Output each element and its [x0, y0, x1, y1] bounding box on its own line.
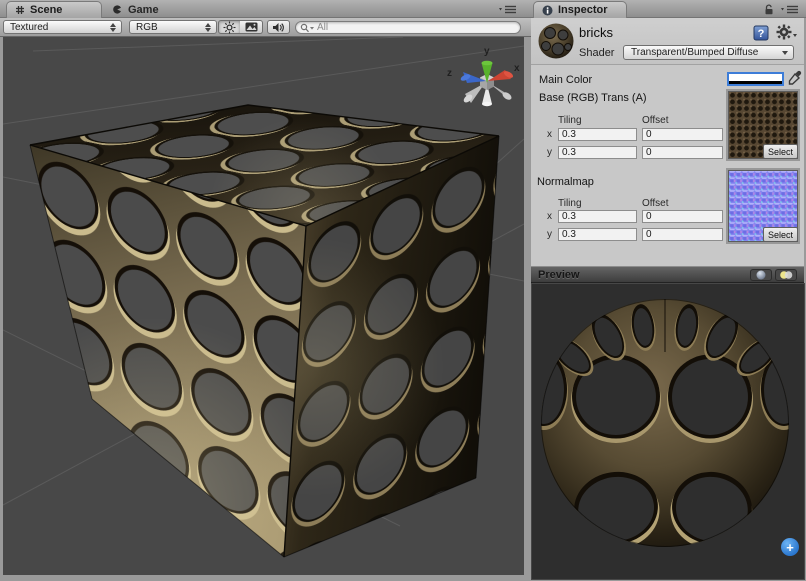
normalmap-y-row-label: y — [547, 229, 552, 240]
material-name: bricks — [579, 25, 613, 40]
base-tiling-x-input[interactable] — [558, 128, 637, 141]
normalmap-offset-x-input[interactable] — [642, 210, 723, 223]
base-tiling-header: Tiling — [558, 115, 582, 126]
channel-dropdown[interactable]: RGB — [129, 20, 217, 34]
normalmap-tiling-y-input[interactable] — [558, 228, 637, 241]
base-offset-x-input[interactable] — [642, 128, 723, 141]
scene-tabbar: Scene Game — [0, 0, 531, 18]
base-tiling-y-input[interactable] — [558, 146, 637, 159]
normalmap-offset-header: Offset — [642, 198, 669, 209]
unity-editor-window: Scene Game Textured RGB — [0, 0, 806, 581]
base-offset-header: Offset — [642, 115, 669, 126]
scene-search-field[interactable]: All — [295, 21, 521, 34]
preview-add-button[interactable]: + — [781, 538, 799, 556]
shader-value: Transparent/Bumped Diffuse — [631, 47, 758, 58]
sphere-icon — [756, 270, 766, 280]
sun-icon — [223, 21, 236, 34]
preview-header[interactable]: Preview — [531, 266, 804, 283]
base-select-button[interactable]: Select — [763, 144, 798, 159]
render-mode-value: Textured — [10, 22, 48, 33]
shader-dropdown[interactable]: Transparent/Bumped Diffuse — [623, 45, 794, 60]
normalmap-offset-y-input[interactable] — [642, 228, 723, 241]
tab-game-label: Game — [128, 4, 159, 16]
scene-viewport[interactable]: y x z — [3, 37, 524, 575]
preview-sphere — [532, 284, 804, 579]
channel-value: RGB — [136, 22, 158, 33]
normalmap-tiling-header: Tiling — [558, 198, 582, 209]
image-icon — [245, 22, 258, 32]
inspector-panel-menu-icon[interactable] — [780, 4, 800, 14]
help-icon[interactable]: ? — [753, 25, 770, 46]
eyedropper-icon[interactable] — [788, 70, 802, 90]
inspector-lock-icon[interactable] — [763, 4, 775, 15]
material-ball-thumbnail[interactable] — [537, 22, 575, 60]
updown-arrows-icon — [205, 23, 211, 32]
preview-title: Preview — [538, 269, 580, 281]
main-color-label: Main Color — [539, 74, 592, 86]
gizmo-x-label: x — [514, 63, 520, 74]
base-offset-y-input[interactable] — [642, 146, 723, 159]
scene-3d-view: y x z — [3, 37, 524, 575]
scene-panel-menu-icon[interactable] — [498, 4, 518, 14]
material-preview[interactable]: + — [531, 283, 805, 580]
base-x-row-label: x — [547, 129, 552, 140]
preview-lighting-button[interactable] — [775, 269, 797, 281]
shader-label: Shader — [579, 47, 614, 59]
lights-icon — [779, 270, 793, 280]
search-value: All — [317, 22, 328, 33]
base-y-row-label: y — [547, 147, 552, 158]
game-icon — [112, 4, 123, 15]
speaker-icon — [272, 22, 285, 33]
normalmap-thumbnail[interactable]: Select — [728, 170, 798, 242]
gizmo-y-label: y — [484, 46, 490, 57]
tab-inspector-label: Inspector — [558, 4, 608, 16]
scene-toolbar: Textured RGB — [0, 18, 531, 37]
scene-lighting-toggle[interactable] — [218, 20, 241, 34]
base-texture-thumbnail[interactable]: Select — [728, 91, 798, 159]
render-mode-dropdown[interactable]: Textured — [3, 20, 122, 34]
gizmo-z-label: z — [447, 68, 452, 79]
gear-icon[interactable] — [776, 24, 798, 45]
material-header: bricks Shader Transparent/Bumped Diffuse… — [531, 18, 804, 65]
tab-scene[interactable]: Scene — [6, 1, 102, 18]
inspector-panel: bricks Shader Transparent/Bumped Diffuse… — [531, 18, 804, 266]
orientation-gizmo[interactable]: y x z — [447, 46, 520, 106]
inspector-tabbar: Inspector — [531, 0, 806, 18]
normalmap-label: Normalmap — [537, 176, 594, 188]
normalmap-select-button[interactable]: Select — [763, 227, 798, 242]
tab-inspector[interactable]: Inspector — [533, 1, 627, 18]
textured-cube[interactable] — [3, 105, 499, 575]
scene-grid-icon — [15, 5, 25, 15]
svg-text:?: ? — [758, 28, 765, 40]
chevron-down-icon — [782, 51, 788, 55]
alpha-bar — [729, 81, 782, 84]
normalmap-x-row-label: x — [547, 211, 552, 222]
base-texture-label: Base (RGB) Trans (A) — [539, 92, 647, 104]
main-color-swatch[interactable] — [727, 72, 784, 86]
updown-arrows-icon — [110, 23, 116, 32]
info-icon — [542, 5, 553, 16]
search-icon — [300, 23, 314, 33]
scene-audio-toggle[interactable] — [267, 20, 290, 34]
scene-skybox-toggle[interactable] — [240, 20, 263, 34]
tab-scene-label: Scene — [30, 4, 62, 16]
preview-mesh-button[interactable] — [750, 269, 772, 281]
normalmap-tiling-x-input[interactable] — [558, 210, 637, 223]
tab-game[interactable]: Game — [104, 1, 176, 18]
